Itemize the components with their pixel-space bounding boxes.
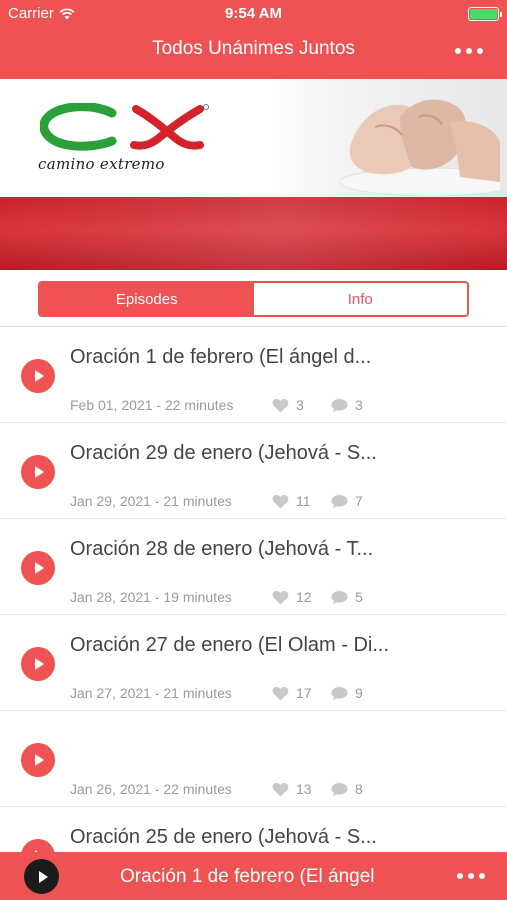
episode-list: Oración 1 de febrero (El ángel d... Feb … [0, 327, 507, 900]
heart-icon [272, 398, 289, 412]
episode-item[interactable]: Oración 29 de enero (Jehová - S... Jan 2… [0, 423, 507, 519]
tab-info[interactable]: Info [253, 283, 467, 315]
comments-count: 3 [331, 397, 363, 413]
comments-count: 7 [331, 493, 363, 509]
comment-icon [331, 590, 348, 604]
episode-item[interactable]: Oración 28 de enero (Jehová - T... Jan 2… [0, 519, 507, 615]
episode-title: Oración 28 de enero (Jehová - T... [70, 538, 374, 560]
comments-count: 5 [331, 589, 363, 605]
episode-title: Oración 29 de enero (Jehová - S... [70, 442, 377, 464]
comment-icon [331, 686, 348, 700]
more-dots-icon[interactable] [455, 48, 483, 54]
comment-icon [331, 398, 348, 412]
episode-date-duration: Jan 27, 2021 - 21 minutes [70, 685, 232, 701]
praying-hands-image [270, 79, 507, 197]
page-title: Todos Unánimes Juntos [152, 38, 355, 59]
player-more-dots-icon[interactable] [457, 873, 485, 879]
now-playing-title: Oración 1 de febrero (El ángel [120, 866, 375, 887]
likes-count: 13 [272, 781, 312, 797]
battery-icon [468, 7, 502, 21]
episode-date-duration: Feb 01, 2021 - 22 minutes [70, 397, 234, 413]
nav-bar: Todos Unánimes Juntos [0, 28, 507, 79]
tab-episodes[interactable]: Episodes [40, 283, 254, 315]
heart-icon [272, 686, 289, 700]
likes-count: 11 [272, 493, 311, 509]
play-icon[interactable] [21, 647, 55, 681]
play-icon[interactable] [21, 359, 55, 393]
mini-player[interactable]: Oración 1 de febrero (El ángel [0, 852, 507, 900]
comment-icon [331, 494, 348, 508]
segment-tabs: Episodes Info [38, 281, 469, 317]
comments-count: 9 [331, 685, 363, 701]
praying-hands-icon [339, 99, 500, 197]
episode-item[interactable]: Oración 27 de enero (El Olam - Di... Jan… [0, 615, 507, 711]
podcast-banner: camino extremo [0, 79, 507, 270]
episode-item[interactable]: Jan 26, 2021 - 22 minutes 13 8 [0, 711, 507, 807]
status-bar: Carrier 9:54 AM [0, 0, 507, 28]
episode-item[interactable]: Oración 1 de febrero (El ángel d... Feb … [0, 327, 507, 423]
camino-extremo-logo [40, 103, 209, 151]
player-play-icon[interactable] [24, 859, 59, 894]
episode-date-duration: Jan 28, 2021 - 19 minutes [70, 589, 232, 605]
play-icon[interactable] [21, 743, 55, 777]
status-time: 9:54 AM [225, 5, 282, 22]
comments-count: 8 [331, 781, 363, 797]
likes-count: 17 [272, 685, 312, 701]
episode-title: Oración 27 de enero (El Olam - Di... [70, 634, 390, 656]
episode-date-duration: Jan 26, 2021 - 22 minutes [70, 781, 232, 797]
heart-icon [272, 590, 289, 604]
heart-icon [272, 494, 289, 508]
episode-date-duration: Jan 29, 2021 - 21 minutes [70, 493, 232, 509]
episode-title: Oración 1 de febrero (El ángel d... [70, 346, 372, 368]
likes-count: 3 [272, 397, 304, 413]
play-icon[interactable] [21, 551, 55, 585]
comment-icon [331, 782, 348, 796]
episode-title: Oración 25 de enero (Jehová - S... [70, 826, 377, 848]
brand-name: camino extremo [38, 155, 165, 173]
play-icon[interactable] [21, 455, 55, 489]
likes-count: 12 [272, 589, 312, 605]
heart-icon [272, 782, 289, 796]
